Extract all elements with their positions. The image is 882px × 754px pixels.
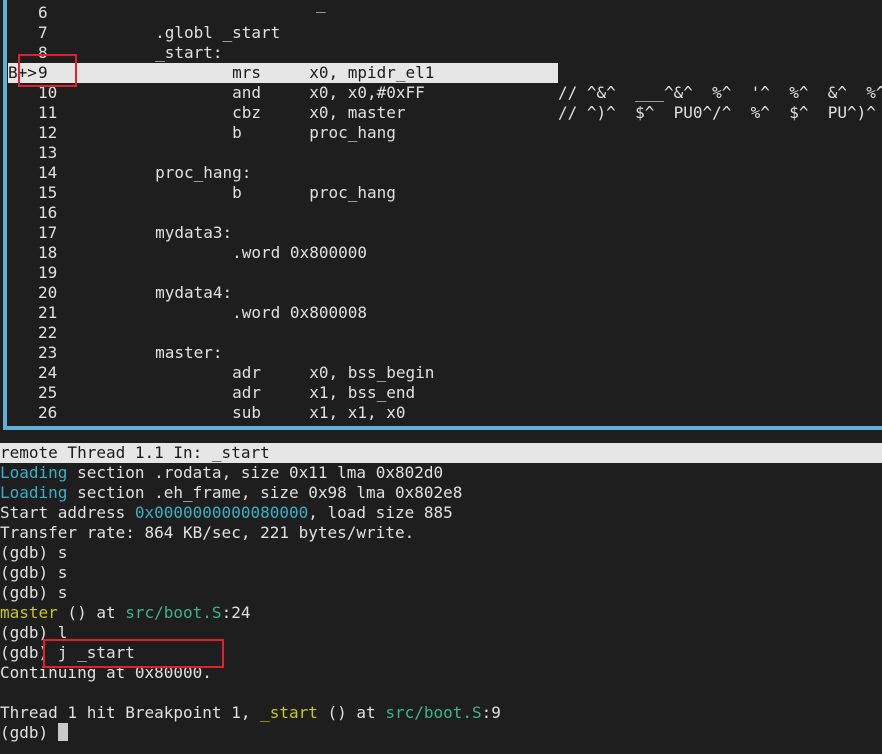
- console-text: () at: [57, 603, 126, 622]
- source-code: adr x1, bss_end: [78, 383, 416, 402]
- console-text: () at: [317, 703, 386, 722]
- line-number: 16: [38, 203, 58, 222]
- source-code: and x0, x0,#0xFF: [78, 83, 425, 102]
- console-line: Transfer rate: 864 KB/sec, 221 bytes/wri…: [0, 523, 414, 543]
- source-line[interactable]: 13: [0, 143, 882, 163]
- console-text: Loading: [0, 463, 68, 482]
- line-number: 17: [38, 223, 58, 242]
- console-text: section .rodata, size 0x11 lma 0x802d0: [67, 463, 444, 482]
- source-code: master:: [78, 343, 223, 362]
- source-line[interactable]: 16: [0, 203, 882, 223]
- line-number: 14: [38, 163, 58, 182]
- gdb-prompt: (gdb): [0, 723, 58, 742]
- source-line[interactable]: 23 master:: [0, 343, 882, 363]
- console-line: Start address 0x0000000000080000, load s…: [0, 503, 453, 523]
- gdb-prompt-line[interactable]: (gdb): [0, 723, 68, 743]
- source-comment: // ^&^ ___^&^ %^ '^ %^ &^ %^: [558, 83, 882, 102]
- source-comment: // ^)^ $^ PU0^/^ %^ $^ PU^)^: [558, 103, 876, 122]
- pane-border-left: [3, 0, 7, 430]
- source-line[interactable]: 21 .word 0x800008: [0, 303, 882, 323]
- line-number: 18: [38, 243, 58, 262]
- line-number: 11: [38, 103, 58, 122]
- console-text: section .eh_frame, size 0x98 lma 0x802e8: [67, 483, 463, 502]
- console-text: (gdb) s: [0, 543, 68, 562]
- source-pane: _ 67 .globl _start 8 _start: B+> 9 mrs x0, …: [0, 0, 882, 433]
- console-text: Thread 1 hit Breakpoint 1,: [0, 703, 261, 722]
- console-text: 0x0000000000080000: [134, 503, 309, 522]
- console-line: (gdb) s: [0, 563, 67, 583]
- console-line: Thread 1 hit Breakpoint 1, _start () at …: [0, 703, 501, 723]
- pane-top-mark: _: [316, 0, 326, 13]
- console-text: :24: [221, 603, 251, 622]
- line-number: 6: [38, 3, 48, 22]
- source-code: proc_hang:: [78, 163, 252, 182]
- source-line[interactable]: 17 mydata3:: [0, 223, 882, 243]
- line-number: 23: [38, 343, 58, 362]
- line-number: 13: [38, 143, 58, 162]
- line-number: 21: [38, 303, 58, 322]
- console-line: Loading section .rodata, size 0x11 lma 0…: [0, 463, 443, 483]
- line-number: 19: [38, 263, 58, 282]
- status-bar: remote Thread 1.1 In: _start: [0, 443, 882, 463]
- source-line[interactable]: 12 b proc_hang: [0, 123, 882, 143]
- line-number: 15: [38, 183, 58, 202]
- source-line[interactable]: 18 .word 0x800000: [0, 243, 882, 263]
- source-code: b proc_hang: [78, 183, 396, 202]
- source-line[interactable]: 6: [0, 3, 882, 23]
- source-code: _start:: [78, 43, 223, 62]
- source-code: .word 0x800000: [78, 243, 367, 262]
- source-line[interactable]: 25 adr x1, bss_end: [0, 383, 882, 403]
- source-line[interactable]: 22: [0, 323, 882, 343]
- console-text: Loading: [0, 483, 68, 502]
- console-line: (gdb) s: [0, 543, 67, 563]
- console-text: (gdb) s: [0, 583, 68, 602]
- console-text: (gdb) s: [0, 563, 68, 582]
- source-code: b proc_hang: [78, 123, 396, 142]
- console-line: master () at src/boot.S:24: [0, 603, 250, 623]
- source-line[interactable]: 24 adr x0, bss_begin: [0, 363, 882, 383]
- console-text: _start: [260, 703, 318, 722]
- line-number: 7: [38, 23, 48, 42]
- source-code: cbz x0, master: [78, 103, 406, 122]
- source-line[interactable]: 20 mydata4:: [0, 283, 882, 303]
- line-number: 12: [38, 123, 58, 142]
- source-line[interactable]: B+> 9 mrs x0, mpidr_el1: [0, 63, 882, 83]
- console-text: src/boot.S: [125, 603, 222, 622]
- line-number: 20: [38, 283, 58, 302]
- line-number: 25: [38, 383, 58, 402]
- text-cursor[interactable]: [57, 723, 68, 741]
- source-line[interactable]: 8 _start:: [0, 43, 882, 63]
- console-text: :9: [481, 703, 501, 722]
- line-number: 24: [38, 363, 58, 382]
- console-text: master: [0, 603, 58, 622]
- source-line[interactable]: 11 cbz x0, master // ^)^ $^ PU0^/^ %^ $^ …: [0, 103, 882, 123]
- line-number: 22: [38, 323, 58, 342]
- breakpoint-highlight-box: [18, 54, 77, 87]
- console-line: (gdb) s: [0, 583, 67, 603]
- source-line[interactable]: 14 proc_hang:: [0, 163, 882, 183]
- source-code: mydata4:: [78, 283, 233, 302]
- console-text: src/boot.S: [385, 703, 482, 722]
- jump-command-highlight-box: [43, 639, 224, 668]
- source-code: mrs x0, mpidr_el1: [78, 63, 435, 82]
- console-text: Transfer rate: 864 KB/sec, 221 bytes/wri…: [0, 523, 415, 542]
- source-code: .globl _start: [78, 23, 281, 42]
- pane-border-bottom: [3, 426, 882, 430]
- source-code: adr x0, bss_begin: [78, 363, 435, 382]
- source-code: .word 0x800008: [78, 303, 367, 322]
- source-line[interactable]: 15 b proc_hang: [0, 183, 882, 203]
- source-code: mydata3:: [78, 223, 233, 242]
- source-line[interactable]: 7 .globl _start: [0, 23, 882, 43]
- source-line[interactable]: 19: [0, 263, 882, 283]
- source-code: sub x1, x1, x0: [78, 403, 406, 422]
- console-text: Start address: [0, 503, 135, 522]
- source-line[interactable]: 26 sub x1, x1, x0: [0, 403, 882, 423]
- line-number: 26: [38, 403, 58, 422]
- source-line[interactable]: 10 and x0, x0,#0xFF// ^&^ ___^&^ %^ '^ %…: [0, 83, 882, 103]
- console-line: Loading section .eh_frame, size 0x98 lma…: [0, 483, 462, 503]
- console-text: , load size 885: [308, 503, 453, 522]
